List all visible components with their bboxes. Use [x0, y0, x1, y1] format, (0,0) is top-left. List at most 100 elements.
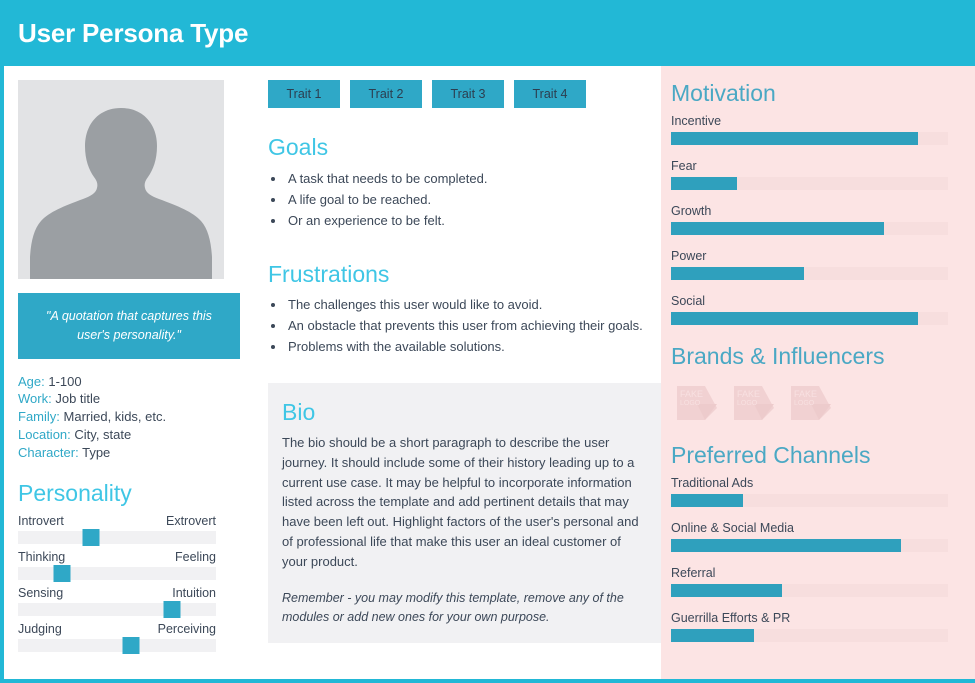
svg-text:LOGO: LOGO	[737, 400, 758, 407]
demographics-row: Family: Married, kids, etc.	[18, 408, 256, 426]
bar-track	[671, 628, 948, 642]
bar-label: Guerrilla Efforts & PR	[671, 610, 791, 625]
trait-button-4[interactable]: Trait 4	[514, 80, 586, 108]
bar-track	[671, 311, 948, 325]
bio-text: The bio should be a short paragraph to d…	[282, 435, 639, 569]
slider-label-right: Extrovert	[165, 513, 216, 528]
bio-title: Bio	[282, 399, 316, 426]
demographics-value: Married, kids, etc.	[63, 409, 167, 425]
personality-slider-introvert-extrovert[interactable]: Introvert Extrovert	[18, 514, 256, 546]
bar-track	[671, 221, 948, 235]
slider-track[interactable]	[18, 564, 216, 582]
demographics-key: Location:	[18, 427, 71, 443]
slider-track[interactable]	[18, 636, 216, 654]
bar-label: Fear	[671, 158, 697, 173]
brands-section: Brands & Influencers FAKE LOGO FAKE LOGO	[671, 343, 948, 423]
slider-labels: Sensing Intuition	[18, 586, 216, 600]
bar-fill	[671, 493, 744, 507]
slider-label-left: Judging	[18, 621, 62, 636]
trait-button-3[interactable]: Trait 3	[432, 80, 504, 108]
frustrations-title: Frustrations	[268, 260, 390, 287]
motivation-bar-fear: Fear	[671, 159, 948, 190]
bar-track	[671, 176, 948, 190]
profile-column: "A quotation that captures this user's p…	[4, 66, 256, 679]
bar-fill	[671, 628, 755, 642]
bar-fill	[671, 221, 885, 235]
frustrations-list: The challenges this user would like to a…	[268, 294, 661, 357]
demographics-key: Character:	[18, 445, 79, 461]
personality-slider-sensing-intuition[interactable]: Sensing Intuition	[18, 586, 256, 618]
trait-button-1[interactable]: Trait 1	[268, 80, 340, 108]
frustrations-section: Frustrations The challenges this user wo…	[268, 261, 661, 358]
page-title: User Persona Type	[18, 17, 249, 48]
page-header: User Persona Type	[4, 0, 975, 66]
list-item: The challenges this user would like to a…	[286, 294, 661, 315]
bar-track	[671, 266, 948, 280]
svg-text:LOGO: LOGO	[794, 400, 815, 407]
main-column: Trait 1 Trait 2 Trait 3 Trait 4 Goals A …	[256, 66, 661, 679]
slider-thumb[interactable]	[163, 600, 181, 618]
insights-panel: Motivation Incentive Fear Growth Power S…	[661, 66, 975, 679]
traits-row: Trait 1 Trait 2 Trait 3 Trait 4	[268, 80, 661, 108]
avatar	[18, 80, 224, 279]
list-item: Problems with the available solutions.	[286, 336, 661, 357]
slider-track[interactable]	[18, 600, 216, 618]
bar-fill	[671, 176, 738, 190]
bio-note: Remember - you may modify this template,…	[282, 591, 624, 625]
personality-section: Personality Introvert Extrovert Thinking…	[18, 480, 256, 654]
svg-text:LOGO: LOGO	[680, 400, 701, 407]
bar-label: Traditional Ads	[671, 475, 754, 490]
svg-text:FAKE: FAKE	[737, 389, 760, 399]
goals-section: Goals A task that needs to be completed.…	[268, 134, 661, 231]
personality-slider-judging-perceiving[interactable]: Judging Perceiving	[18, 622, 256, 654]
list-item: Or an experience to be felt.	[286, 210, 661, 231]
channel-bar-online-social-media: Online & Social Media	[671, 521, 948, 552]
motivation-bar-social: Social	[671, 294, 948, 325]
slider-track[interactable]	[18, 528, 216, 546]
bar-label: Incentive	[671, 113, 722, 128]
persona-template-page: User Persona Type "A quotation that capt…	[0, 0, 975, 683]
persona-quote: "A quotation that captures this user's p…	[18, 293, 240, 359]
goals-title: Goals	[268, 134, 329, 160]
slider-label-right: Perceiving	[157, 621, 216, 636]
demographics-row: Character: Type	[18, 444, 256, 462]
demographics-key: Work:	[18, 391, 52, 407]
demographics-list: Age: 1-100 Work: Job title Family: Marri…	[18, 373, 256, 463]
channel-bar-referral: Referral	[671, 566, 948, 597]
slider-thumb[interactable]	[122, 636, 140, 654]
fake-logo-icon: FAKE LOGO	[791, 386, 831, 421]
motivation-title: Motivation	[671, 80, 776, 106]
slider-thumb[interactable]	[82, 528, 100, 546]
motivation-bar-power: Power	[671, 249, 948, 280]
slider-label-left: Thinking	[18, 549, 66, 564]
slider-label-right: Intuition	[172, 585, 216, 600]
brands-title: Brands & Influencers	[671, 342, 885, 369]
personality-slider-thinking-feeling[interactable]: Thinking Feeling	[18, 549, 256, 582]
slider-labels: Judging Perceiving	[18, 622, 216, 636]
channels-title: Preferred Channels	[671, 442, 871, 469]
bar-label: Power	[671, 248, 707, 263]
channel-bar-traditional-ads: Traditional Ads	[671, 476, 948, 507]
person-silhouette-icon	[30, 108, 212, 279]
demographics-value: Job title	[55, 391, 101, 407]
list-item: A life goal to be reached.	[286, 189, 661, 210]
bar-track	[671, 538, 948, 552]
channels-section: Preferred Channels Traditional Ads Onlin…	[671, 442, 948, 642]
bar-label: Growth	[671, 203, 712, 218]
slider-labels: Introvert Extrovert	[18, 514, 216, 528]
demographics-row: Work: Job title	[18, 390, 256, 408]
fake-logo-icon: FAKE LOGO	[677, 386, 717, 421]
demographics-value: City, state	[74, 427, 132, 443]
slider-thumb[interactable]	[53, 564, 71, 582]
page-body: "A quotation that captures this user's p…	[4, 66, 975, 679]
bar-fill	[671, 311, 918, 325]
list-item: A task that needs to be completed.	[286, 168, 661, 189]
fake-logo-icon: FAKE LOGO	[734, 386, 774, 421]
bar-fill	[671, 131, 918, 145]
demographics-key: Family:	[18, 409, 60, 425]
bar-label: Referral	[671, 565, 716, 580]
bar-label: Social	[671, 293, 706, 308]
trait-button-2[interactable]: Trait 2	[350, 80, 422, 108]
bar-fill	[671, 266, 804, 280]
motivation-bar-incentive: Incentive	[671, 114, 948, 145]
